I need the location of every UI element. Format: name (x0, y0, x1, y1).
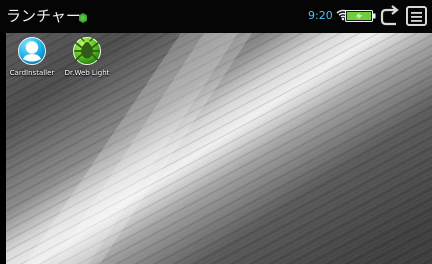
status-bar: ランチャー 9:20 (0, 0, 432, 33)
battery-icon (345, 10, 376, 22)
shortcut-label-cardinstaller: CardInstaller (9, 69, 55, 77)
android-icon (79, 13, 87, 23)
clock-time: 9:20 (308, 9, 333, 22)
menu-icon[interactable] (404, 4, 429, 28)
launcher-screen: ランチャー 9:20 CardInstaller Dr.Web Light (0, 0, 432, 264)
cardinstaller-icon (18, 37, 46, 65)
shortcut-cardinstaller[interactable]: CardInstaller (3, 34, 61, 88)
shortcut-drweb-light[interactable]: Dr.Web Light (58, 34, 116, 88)
back-icon[interactable] (379, 4, 404, 28)
drweb-spider-icon (73, 37, 101, 65)
app-title: ランチャー (6, 7, 81, 25)
shortcut-label-drweb: Dr.Web Light (64, 69, 110, 77)
